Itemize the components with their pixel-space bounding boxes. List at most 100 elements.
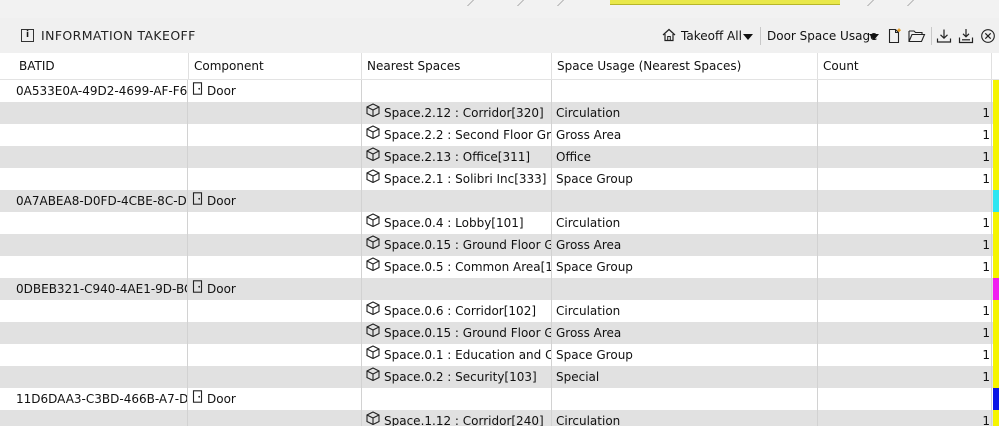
table-row[interactable]: 0DBEB321-C940-4AE1-9D-BC-... Door (0, 278, 999, 300)
nearest-space-cell[interactable] (362, 278, 552, 300)
takeoff-select-dropdown[interactable]: Door Space Usage (767, 27, 881, 45)
nearest-space-cell[interactable]: Space.2.12 : Corridor[320] (362, 102, 552, 124)
nearest-space-cell[interactable]: Space.0.4 : Lobby[101] (362, 212, 552, 234)
count-cell[interactable]: 1 (818, 322, 992, 344)
nearest-space-cell[interactable]: Space.0.2 : Security[103] (362, 366, 552, 388)
count-cell[interactable]: 1 (818, 300, 992, 322)
component-cell[interactable] (188, 234, 362, 256)
component-cell[interactable] (188, 300, 362, 322)
space-usage-cell[interactable]: Gross Area (552, 234, 818, 256)
takeoff-all-button[interactable]: Takeoff All (662, 27, 756, 45)
component-cell[interactable]: Door (188, 190, 362, 212)
count-cell[interactable]: 1 (818, 234, 992, 256)
table-row[interactable]: Space.0.4 : Lobby[101] Circulation 1 (0, 212, 999, 234)
batid-cell[interactable] (12, 212, 188, 234)
space-usage-cell[interactable]: Circulation (552, 102, 818, 124)
count-cell[interactable]: 1 (818, 146, 992, 168)
component-cell[interactable] (188, 212, 362, 234)
close-panel-button[interactable] (980, 27, 996, 45)
table-row[interactable]: Space.2.1 : Solibri Inc[333] Space Group 1 (0, 168, 999, 190)
space-usage-cell[interactable]: Space Group (552, 168, 818, 190)
batid-cell[interactable] (12, 168, 188, 190)
space-usage-cell[interactable]: Circulation (552, 300, 818, 322)
batid-cell[interactable] (12, 410, 188, 426)
space-usage-cell[interactable]: Gross Area (552, 322, 818, 344)
table-row[interactable]: Space.2.13 : Office[311] Office 1 (0, 146, 999, 168)
table-row[interactable]: Space.0.5 : Common Area[127] Space Group 1 (0, 256, 999, 278)
new-takeoff-button[interactable] (887, 27, 903, 45)
count-cell[interactable]: 1 (818, 102, 992, 124)
component-cell[interactable]: Door (188, 80, 362, 102)
space-usage-cell[interactable] (552, 278, 818, 300)
table-row[interactable]: Space.2.2 : Second Floor Gros... Gross Ar… (0, 124, 999, 146)
column-header-batid[interactable]: BATID (14, 53, 189, 79)
nearest-space-cell[interactable]: Space.0.5 : Common Area[127] (362, 256, 552, 278)
batid-cell[interactable] (12, 322, 188, 344)
space-usage-cell[interactable] (552, 80, 818, 102)
component-cell[interactable] (188, 256, 362, 278)
space-usage-cell[interactable]: Space Group (552, 344, 818, 366)
count-cell[interactable]: 1 (818, 366, 992, 388)
batid-cell[interactable]: 11D6DAA3-C3BD-466B-A7-DB... (12, 388, 188, 410)
space-usage-cell[interactable] (552, 388, 818, 410)
count-cell[interactable]: 1 (818, 212, 992, 234)
count-cell[interactable]: 1 (818, 124, 992, 146)
nearest-space-cell[interactable]: Space.1.12 : Corridor[240] (362, 410, 552, 426)
component-cell[interactable] (188, 124, 362, 146)
count-cell[interactable] (818, 388, 992, 410)
count-cell[interactable]: 1 (818, 410, 992, 426)
column-header-count[interactable]: Count (818, 53, 992, 79)
batid-cell[interactable] (12, 146, 188, 168)
column-header-component[interactable]: Component (189, 53, 362, 79)
takeoff-all-dropdown-icon[interactable] (743, 27, 753, 45)
table-row[interactable]: Space.2.12 : Corridor[320] Circulation 1 (0, 102, 999, 124)
space-usage-cell[interactable]: Circulation (552, 212, 818, 234)
batid-cell[interactable] (12, 234, 188, 256)
component-cell[interactable] (188, 322, 362, 344)
table-row[interactable]: Space.1.12 : Corridor[240] Circulation 1 (0, 410, 999, 426)
space-usage-cell[interactable]: Circulation (552, 410, 818, 426)
space-usage-cell[interactable]: Office (552, 146, 818, 168)
batid-cell[interactable] (12, 256, 188, 278)
batid-cell[interactable] (12, 344, 188, 366)
count-cell[interactable] (818, 80, 992, 102)
space-usage-cell[interactable]: Gross Area (552, 124, 818, 146)
batid-cell[interactable] (12, 366, 188, 388)
nearest-space-cell[interactable]: Space.2.13 : Office[311] (362, 146, 552, 168)
nearest-space-cell[interactable]: Space.0.1 : Education and Co... (362, 344, 552, 366)
nearest-space-cell[interactable]: Space.0.6 : Corridor[102] (362, 300, 552, 322)
component-cell[interactable]: Door (188, 388, 362, 410)
count-cell[interactable]: 1 (818, 344, 992, 366)
nearest-space-cell[interactable]: Space.0.15 : Ground Floor Gro... (362, 234, 552, 256)
table-row[interactable]: 11D6DAA3-C3BD-466B-A7-DB... Door (0, 388, 999, 410)
component-cell[interactable] (188, 168, 362, 190)
component-cell[interactable] (188, 366, 362, 388)
table-row[interactable]: Space.0.15 : Ground Floor Gro... Gross Ar… (0, 322, 999, 344)
component-cell[interactable] (188, 102, 362, 124)
batid-cell[interactable] (12, 124, 188, 146)
batid-cell[interactable] (12, 102, 188, 124)
component-cell[interactable] (188, 146, 362, 168)
table-row[interactable]: 0A533E0A-49D2-4699-AF-F6-5... Door (0, 80, 999, 102)
count-cell[interactable] (818, 278, 992, 300)
component-cell[interactable]: Door (188, 278, 362, 300)
nearest-space-cell[interactable] (362, 388, 552, 410)
export-button[interactable] (958, 27, 974, 45)
component-cell[interactable] (188, 344, 362, 366)
table-row[interactable]: 0A7ABEA8-D0FD-4CBE-8C-DF-... Door (0, 190, 999, 212)
table-row[interactable]: Space.0.1 : Education and Co... Space Gro… (0, 344, 999, 366)
table-row[interactable]: Space.0.6 : Corridor[102] Circulation 1 (0, 300, 999, 322)
component-cell[interactable] (188, 410, 362, 426)
batid-cell[interactable]: 0A533E0A-49D2-4699-AF-F6-5... (12, 80, 188, 102)
table-row[interactable]: Space.0.15 : Ground Floor Gro... Gross Ar… (0, 234, 999, 256)
batid-cell[interactable]: 0A7ABEA8-D0FD-4CBE-8C-DF-... (12, 190, 188, 212)
count-cell[interactable] (818, 190, 992, 212)
space-usage-cell[interactable]: Space Group (552, 256, 818, 278)
space-usage-cell[interactable] (552, 190, 818, 212)
count-cell[interactable]: 1 (818, 256, 992, 278)
nearest-space-cell[interactable]: Space.2.2 : Second Floor Gros... (362, 124, 552, 146)
open-takeoff-button[interactable] (908, 27, 926, 45)
nearest-space-cell[interactable] (362, 190, 552, 212)
column-header-nearest-spaces[interactable]: Nearest Spaces (362, 53, 552, 79)
batid-cell[interactable] (12, 300, 188, 322)
